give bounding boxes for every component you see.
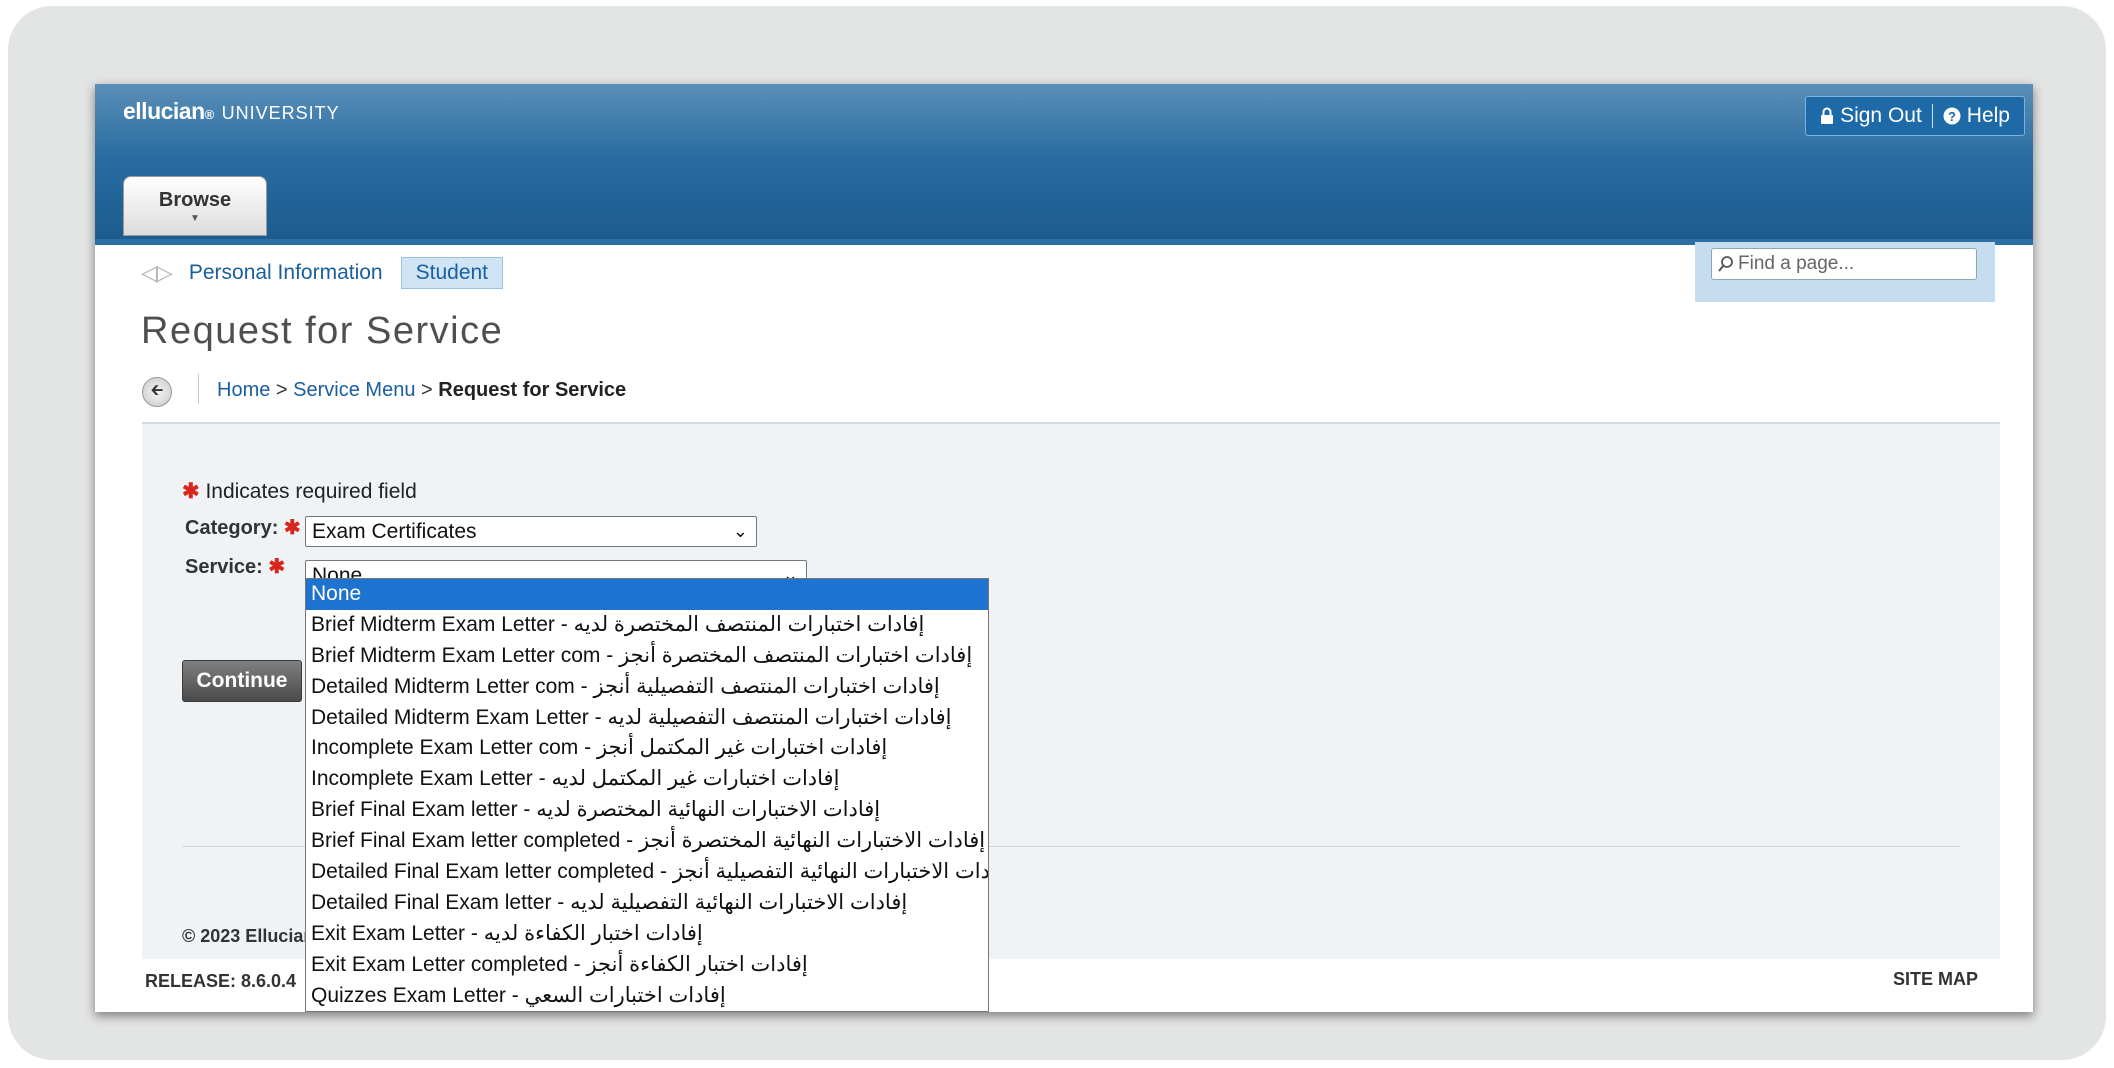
release-version: RELEASE: 8.6.0.4 [145, 971, 297, 991]
category-select-value: Exam Certificates [312, 519, 477, 543]
nav-student-tab[interactable]: Student [400, 257, 504, 289]
breadcrumb-home[interactable]: Home [217, 379, 270, 401]
browse-menu-button[interactable]: Browse ▼ [123, 176, 267, 236]
required-asterisk: ✱ [182, 480, 200, 503]
user-actions: Sign Out ? Help [1805, 96, 2025, 136]
svg-text:?: ? [1948, 109, 1956, 124]
help-label: Help [1966, 104, 2010, 127]
lock-icon [1821, 107, 1834, 124]
search-icon [1718, 256, 1733, 272]
category-select[interactable]: Exam Certificates ⌄ [305, 516, 757, 547]
sign-out-label: Sign Out [1840, 104, 1922, 127]
nav-arrows-icon[interactable]: ◁▷ [141, 260, 173, 286]
category-label: Category: ✱ [185, 517, 301, 539]
find-page-input[interactable]: Find a page... [1711, 248, 1977, 280]
find-page-panel: Find a page... [1695, 242, 1995, 302]
breadcrumb-service-menu[interactable]: Service Menu [293, 379, 415, 401]
required-field-note: ✱ Indicates required field [182, 479, 417, 504]
dropdown-option[interactable]: Detailed Midterm Letter com - إفادات اخت… [306, 672, 988, 703]
page-title: Request for Service [141, 310, 504, 352]
arrow-left-icon: 🡰 [150, 381, 164, 399]
service-label: Service: ✱ [185, 556, 286, 578]
top-nav: ◁▷ Personal Information Student [141, 257, 504, 289]
required-note-text: Indicates required field [205, 480, 417, 503]
find-page-placeholder: Find a page... [1738, 253, 1855, 274]
dropdown-option[interactable]: Incomplete Exam Letter - إفادات اختبارات… [306, 764, 988, 795]
dropdown-option[interactable]: Detailed Final Exam letter completed - إ… [306, 857, 988, 888]
dropdown-option[interactable]: Exit Exam Letter completed - إفادات اختب… [306, 950, 988, 981]
dropdown-option[interactable]: Exit Exam Letter - إفادات اختبار الكفاءة… [306, 919, 988, 950]
breadcrumb-separator: > [421, 379, 433, 401]
app-header: ellucian® UNIVERSITY Sign Out ? Help Bro… [95, 84, 2033, 245]
dropdown-option[interactable]: Quizzes Exam Letter - إفادات اختبارات ال… [306, 981, 988, 1011]
browse-label: Browse [158, 188, 232, 211]
breadcrumb-divider [198, 374, 199, 404]
sign-out-link[interactable]: Sign Out [1820, 104, 1922, 128]
browser-page: ellucian® UNIVERSITY Sign Out ? Help Bro… [95, 84, 2033, 1012]
dropdown-option[interactable]: Detailed Midterm Exam Letter - إفادات اخ… [306, 703, 988, 734]
site-map-link[interactable]: SITE MAP [1893, 969, 1978, 990]
ellucian-logo: ellucian® UNIVERSITY [123, 98, 340, 124]
help-link[interactable]: ? Help [1943, 104, 2010, 128]
divider [1931, 104, 1933, 128]
dropdown-option[interactable]: Brief Final Exam letter completed - إفاد… [306, 826, 988, 857]
service-dropdown-list[interactable]: None Brief Midterm Exam Letter - إفادات … [305, 578, 989, 1012]
chevron-down-icon: ⌄ [732, 521, 748, 541]
dropdown-option[interactable]: Brief Midterm Exam Letter com - إفادات ا… [306, 641, 988, 672]
breadcrumb-current: Request for Service [438, 379, 627, 401]
help-icon: ? [1943, 107, 1961, 125]
dropdown-option[interactable]: Brief Midterm Exam Letter - إفادات اختبا… [306, 610, 988, 641]
back-button[interactable]: 🡰 [142, 377, 172, 407]
nav-personal-information[interactable]: Personal Information [189, 261, 383, 285]
dropdown-option[interactable]: Detailed Final Exam letter - إفادات الاخ… [306, 888, 988, 919]
breadcrumb: Home > Service Menu > Request for Servic… [217, 379, 626, 402]
dropdown-option[interactable]: Incomplete Exam Letter com - إفادات اختب… [306, 733, 988, 764]
continue-button[interactable]: Continue [182, 660, 302, 702]
breadcrumb-separator: > [275, 379, 288, 401]
dropdown-option[interactable]: None [306, 579, 988, 610]
dropdown-option[interactable]: Brief Final Exam letter - إفادات الاختبا… [306, 795, 988, 826]
caret-down-icon: ▼ [190, 212, 200, 224]
